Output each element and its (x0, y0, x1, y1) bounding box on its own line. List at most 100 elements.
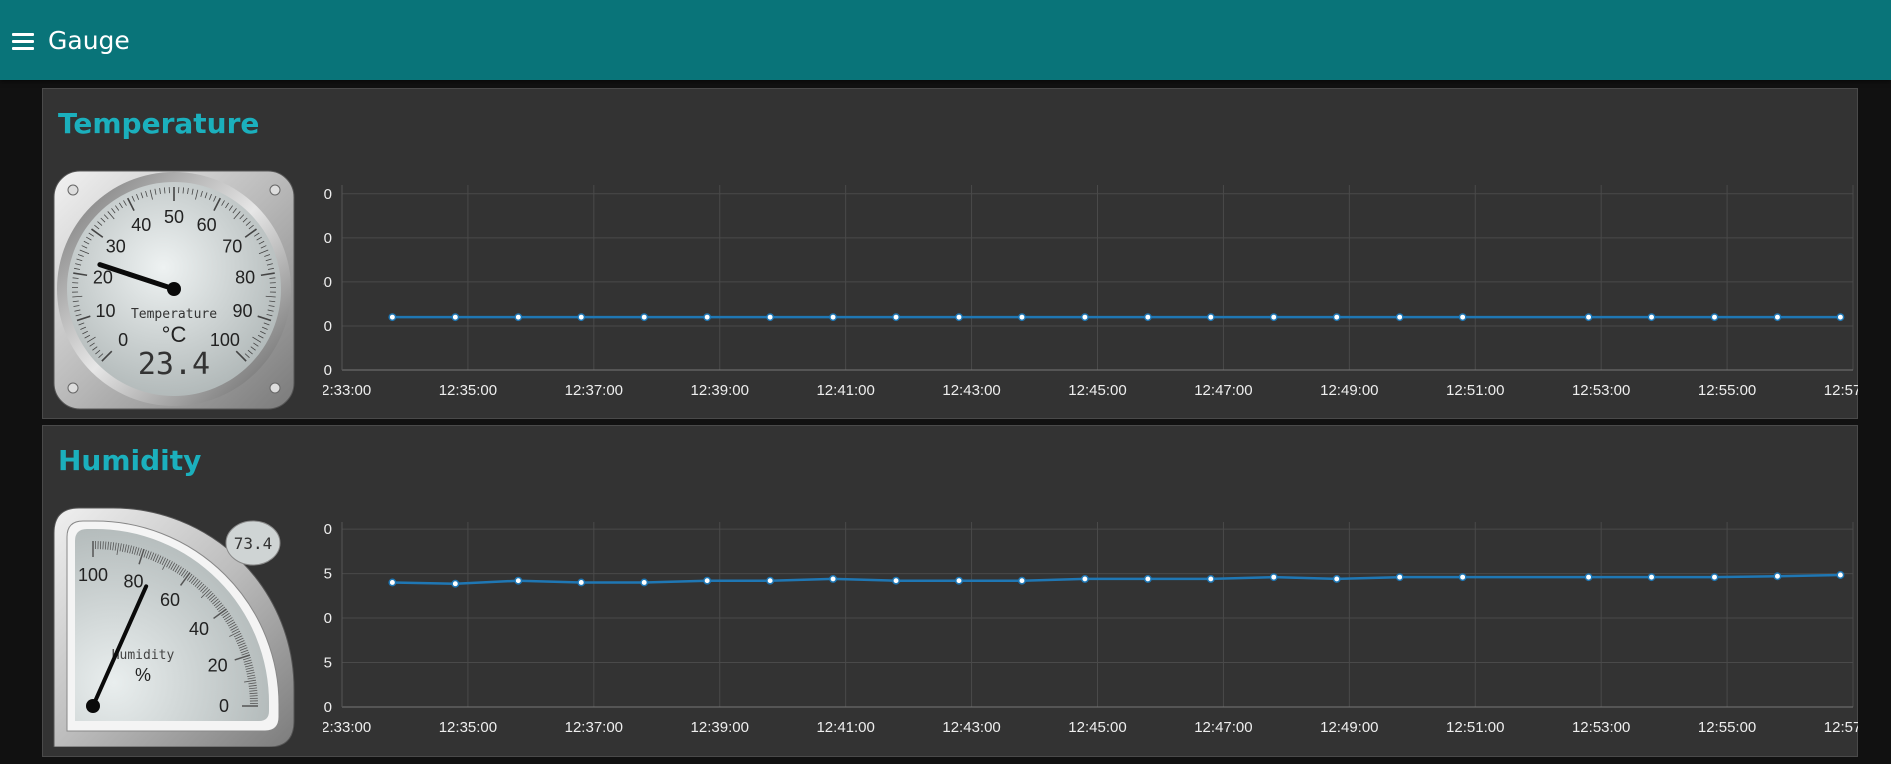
x-tick-label: 12:41:00 (816, 382, 874, 399)
data-point[interactable] (1773, 313, 1782, 322)
data-point[interactable] (1773, 572, 1782, 581)
x-tick-label: 12:45:00 (1068, 719, 1126, 736)
hamburger-menu-icon[interactable] (10, 30, 38, 52)
x-tick-label: 12:41:00 (816, 719, 874, 736)
data-point[interactable] (703, 313, 712, 322)
data-point[interactable] (1836, 571, 1845, 579)
data-point[interactable] (829, 574, 838, 583)
y-tick-label: 80 (323, 186, 332, 203)
x-tick-label: 12:53:00 (1572, 719, 1630, 736)
data-point[interactable] (1836, 313, 1845, 322)
x-tick-label: 12:49:00 (1320, 719, 1378, 736)
gauge-needle-hub (167, 282, 181, 296)
x-tick-label: 12:55:00 (1698, 719, 1756, 736)
y-tick-label: 0 (324, 362, 332, 379)
x-tick-label: 12:51:00 (1446, 719, 1504, 736)
temperature-gauge-dial: 010 20 3040 50 6070 80 90 100 Temperature °C 23… (53, 170, 295, 410)
gauge-unit: % (135, 665, 151, 685)
card-title: Humidity (58, 444, 202, 477)
data-point[interactable] (1395, 313, 1404, 322)
x-tick-label: 12:57:00 (1824, 719, 1858, 736)
data-point[interactable] (1647, 573, 1656, 582)
data-point[interactable] (514, 576, 523, 585)
card-title: Temperature (58, 107, 260, 140)
gauge-label: Temperature (131, 307, 217, 322)
gauge-tick-label: 100 (210, 330, 240, 350)
x-tick-label: 12:55:00 (1698, 382, 1756, 399)
gauge-tick-label: 30 (106, 237, 126, 257)
gauge-tick-label: 40 (131, 215, 151, 235)
gauge-tick-label: 20 (208, 656, 228, 676)
data-point[interactable] (1206, 313, 1215, 322)
humidity-chart: 0 25 50 75 100 12:33:00 12:35:00 12:37:00 12:39:… (307, 514, 1882, 739)
humidity-gauge-dial: 0 20 40 60 80 100 73.4 Humidity % (53, 507, 295, 748)
x-tick-label: 12:57:00 (1824, 382, 1858, 399)
data-point[interactable] (1080, 313, 1089, 322)
data-point[interactable] (766, 576, 775, 585)
data-point[interactable] (1269, 313, 1278, 322)
data-point[interactable] (1710, 573, 1719, 582)
data-point[interactable] (1458, 313, 1467, 322)
x-tick-label: 12:39:00 (691, 719, 749, 736)
data-point[interactable] (1269, 573, 1278, 582)
y-tick-label: 60 (323, 230, 332, 247)
data-point[interactable] (1458, 573, 1467, 582)
gauge-needle-hub (86, 699, 100, 713)
data-point[interactable] (451, 579, 460, 588)
y-tick-label: 75 (323, 566, 332, 583)
y-tick-label: 100 (323, 521, 332, 538)
temperature-gauge: 0 10 20 30 40 50 60 70 80 90 100 Temperature °C 23… (53, 170, 295, 410)
x-tick-label: 12:43:00 (942, 719, 1000, 736)
data-point[interactable] (640, 578, 649, 587)
screw-icon (67, 382, 79, 394)
data-point[interactable] (1395, 573, 1404, 582)
humidity-chart-svg: 0 25 50 75 100 12:33:00 12:35:00 12:37:00 12:39:… (307, 521, 1882, 736)
x-tick-label: 12:35:00 (439, 719, 497, 736)
data-point[interactable] (1710, 313, 1719, 322)
data-point[interactable] (892, 576, 900, 585)
data-point[interactable] (1018, 313, 1026, 322)
data-point[interactable] (388, 313, 397, 322)
data-point[interactable] (577, 313, 586, 322)
x-tick-label: 12:39:00 (691, 382, 749, 399)
data-point[interactable] (955, 576, 963, 585)
gauge-tick-label: 60 (197, 215, 217, 235)
y-tick-label: 20 (323, 318, 332, 335)
temperature-chart: 0 20 40 60 80 12:33:00 12:35:00 12:37:00 12:39:0… (313, 177, 1882, 402)
y-tick-label: 50 (323, 610, 332, 627)
data-point[interactable] (640, 313, 649, 322)
x-tick-label: 12:43:00 (942, 382, 1000, 399)
x-tick-label: 12:49:00 (1320, 382, 1378, 399)
gauge-tick-label: 50 (164, 207, 184, 227)
data-point[interactable] (1206, 574, 1215, 583)
data-point[interactable] (1018, 576, 1026, 585)
gauge-unit: °C (162, 322, 187, 347)
data-point[interactable] (829, 313, 838, 322)
gauge-tick-label: 10 (96, 301, 116, 321)
gauge-tick (102, 541, 104, 550)
data-point[interactable] (1143, 313, 1152, 322)
data-point[interactable] (955, 313, 963, 322)
gauge-tick-label: 100 (78, 565, 108, 585)
data-point[interactable] (1332, 313, 1341, 322)
data-point[interactable] (1584, 313, 1593, 322)
data-point[interactable] (514, 313, 523, 322)
data-point[interactable] (766, 313, 775, 322)
humidity-gauge: 0 20 40 60 80 100 73.4 Humidity % (53, 507, 295, 748)
data-point[interactable] (1584, 573, 1593, 582)
gauge-tick (164, 187, 166, 194)
data-point[interactable] (577, 578, 586, 587)
gauge-tick-label: 80 (235, 268, 255, 288)
data-point[interactable] (892, 313, 900, 322)
data-point[interactable] (703, 576, 712, 585)
temperature-card: Temperature 0 10 20 30 40 50 60 70 80 90… (42, 88, 1882, 419)
x-tick-label: 12:47:00 (1194, 719, 1252, 736)
data-point[interactable] (1332, 574, 1341, 583)
x-tick-label: 12:53:00 (1572, 382, 1630, 399)
data-point[interactable] (1143, 574, 1152, 583)
data-point[interactable] (388, 578, 397, 587)
data-point[interactable] (1647, 313, 1656, 322)
data-point[interactable] (1080, 574, 1089, 583)
data-point[interactable] (451, 313, 460, 322)
top-bar: Gauge (0, 0, 1891, 80)
